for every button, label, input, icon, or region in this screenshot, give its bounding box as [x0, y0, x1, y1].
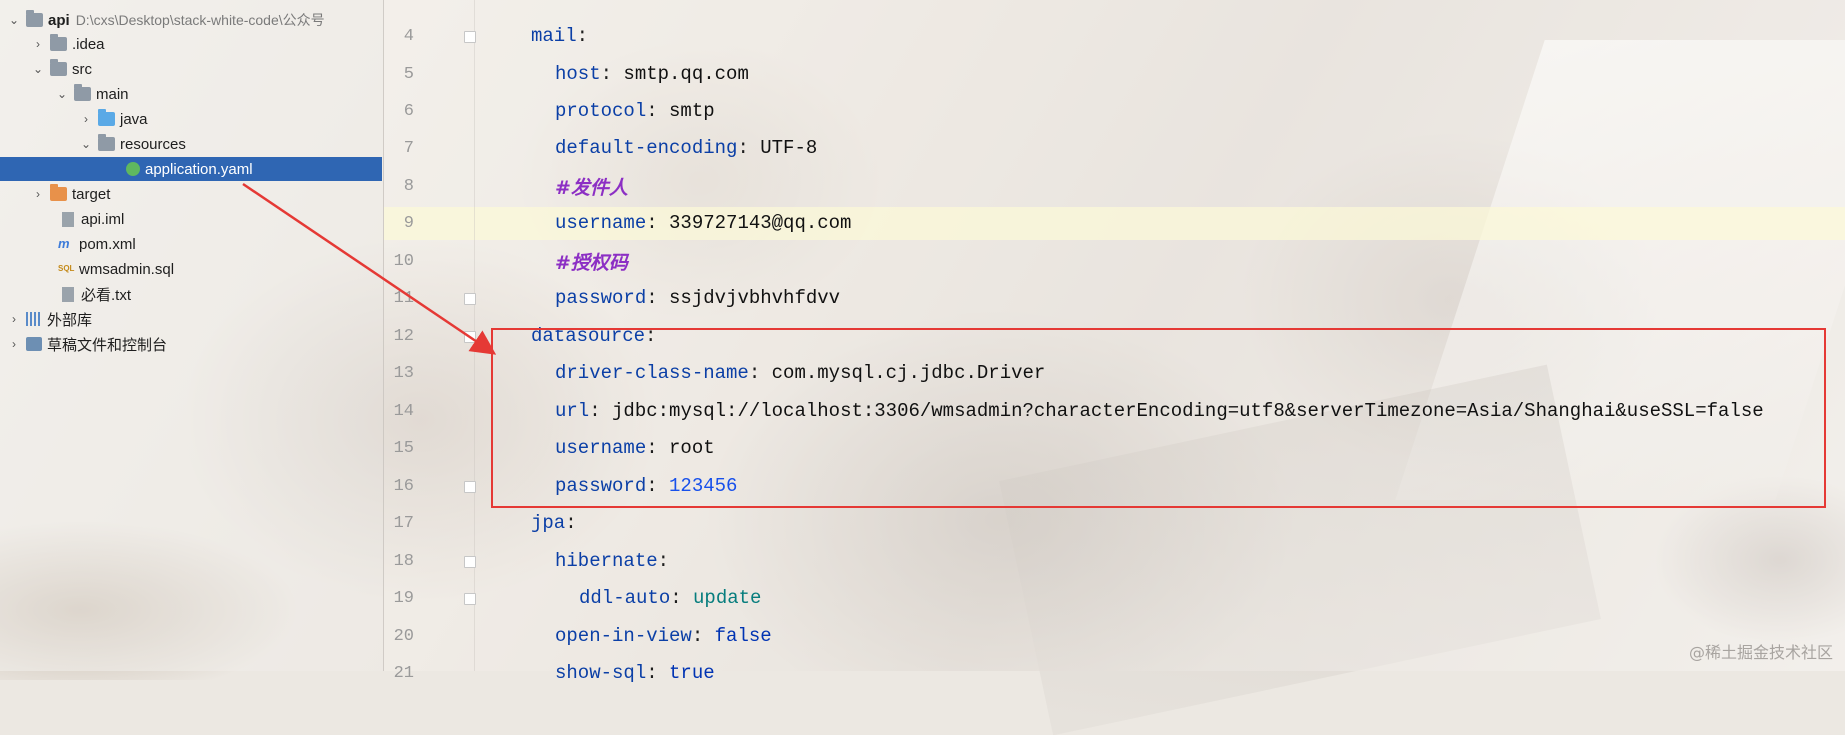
tree-item-scratches[interactable]: › 草稿文件和控制台 — [0, 332, 382, 356]
chevron-right-icon[interactable]: › — [8, 337, 20, 351]
folder-icon — [74, 84, 91, 101]
module-folder-icon — [26, 10, 43, 27]
tree-item-target[interactable]: › target — [0, 182, 382, 206]
code-line[interactable]: 8 #发件人 — [384, 171, 628, 201]
source-folder-icon — [98, 109, 115, 126]
project-tree: ⌄ api D:\cxs\Desktop\stack-white-code\公众… — [0, 0, 384, 671]
fold-marker-icon[interactable] — [464, 293, 476, 305]
code-line[interactable]: 18 hibernate: — [384, 546, 669, 576]
iml-file-icon — [62, 211, 74, 227]
tree-root-api[interactable]: ⌄ api D:\cxs\Desktop\stack-white-code\公众… — [0, 8, 382, 32]
code-line[interactable]: 17 jpa: — [384, 508, 577, 538]
chevron-down-icon[interactable]: ⌄ — [80, 137, 92, 151]
code-line[interactable]: 19 ddl-auto: update — [384, 583, 762, 613]
fold-marker-icon[interactable] — [464, 481, 476, 493]
fold-marker-icon[interactable] — [464, 331, 476, 343]
folder-icon — [50, 34, 67, 51]
text-file-icon — [62, 286, 74, 302]
library-icon — [26, 312, 42, 326]
sql-file-icon: SQL — [58, 264, 75, 273]
tree-item-application-yaml[interactable]: application.yaml — [0, 157, 382, 181]
folder-icon — [50, 59, 67, 76]
chevron-right-icon[interactable]: › — [80, 112, 92, 126]
fold-marker-icon[interactable] — [464, 556, 476, 568]
code-line[interactable]: 6 protocol: smtp — [384, 96, 715, 126]
chevron-right-icon[interactable]: › — [32, 187, 44, 201]
chevron-right-icon[interactable]: › — [8, 312, 20, 326]
tree-item-src[interactable]: ⌄ src — [0, 57, 382, 81]
fold-marker-icon[interactable] — [464, 31, 476, 43]
code-line[interactable]: 10 #授权码 — [384, 246, 628, 276]
excluded-folder-icon — [50, 184, 67, 201]
tree-item-api-iml[interactable]: api.iml — [0, 207, 382, 231]
tree-item-readme-txt[interactable]: 必看.txt — [0, 282, 382, 306]
code-line[interactable]: 5 host: smtp.qq.com — [384, 59, 749, 89]
maven-icon: m — [58, 236, 70, 251]
code-line[interactable]: 7 default-encoding: UTF-8 — [384, 133, 817, 163]
code-line[interactable]: 4 mail: — [384, 21, 588, 51]
resources-folder-icon — [98, 134, 115, 151]
annotation-highlight-box — [491, 328, 1826, 508]
tree-item-java[interactable]: › java — [0, 107, 382, 131]
tree-item-external-libraries[interactable]: › 外部库 — [0, 307, 382, 331]
yaml-file-icon — [126, 162, 140, 176]
chevron-down-icon[interactable]: ⌄ — [8, 13, 20, 27]
chevron-down-icon[interactable]: ⌄ — [32, 62, 44, 76]
watermark: @稀土掘金技术社区 — [1688, 643, 1833, 662]
code-line[interactable]: 21 show-sql: true — [384, 658, 715, 688]
tree-item-wmsadmin-sql[interactable]: SQL wmsadmin.sql — [0, 257, 382, 281]
chevron-down-icon[interactable]: ⌄ — [56, 87, 68, 101]
tree-item-pom-xml[interactable]: m pom.xml — [0, 232, 382, 256]
tree-item-resources[interactable]: ⌄ resources — [0, 132, 382, 156]
tree-item-idea[interactable]: › .idea — [0, 32, 382, 56]
fold-marker-icon[interactable] — [464, 593, 476, 605]
scratch-icon — [26, 337, 42, 351]
chevron-right-icon[interactable]: › — [32, 37, 44, 51]
code-line[interactable]: 9 username: 339727143@qq.com — [384, 208, 852, 238]
code-line[interactable]: 11 password: ssjdvjvbhvhfdvv — [384, 283, 840, 313]
code-line[interactable]: 20 open-in-view: false — [384, 621, 772, 651]
tree-item-main[interactable]: ⌄ main — [0, 82, 382, 106]
